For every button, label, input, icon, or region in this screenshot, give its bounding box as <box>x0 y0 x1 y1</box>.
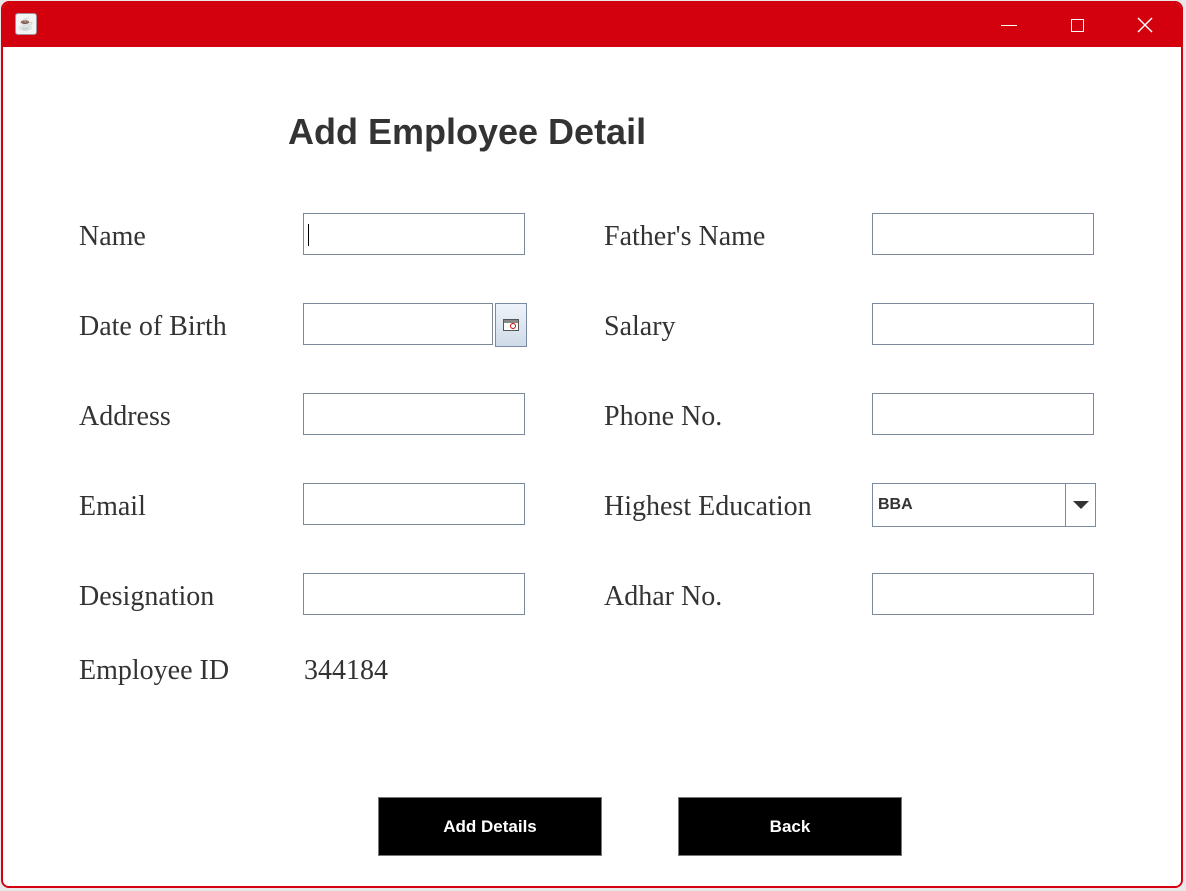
email-field[interactable] <box>303 483 525 525</box>
address-input[interactable] <box>304 394 524 434</box>
address-field[interactable] <box>303 393 525 435</box>
salary-label: Salary <box>604 311 676 342</box>
employee-id-value: 344184 <box>304 655 388 686</box>
close-icon <box>1137 17 1153 33</box>
designation-label: Designation <box>79 581 215 612</box>
designation-field[interactable] <box>303 573 525 615</box>
phone-label: Phone No. <box>604 401 723 432</box>
father-name-label: Father's Name <box>604 221 766 252</box>
dob-input[interactable] <box>304 304 492 344</box>
designation-input[interactable] <box>304 574 524 614</box>
name-label: Name <box>79 221 146 252</box>
calendar-button[interactable] <box>495 303 527 347</box>
minimize-icon <box>1001 24 1017 26</box>
education-label: Highest Education <box>604 491 812 522</box>
email-input[interactable] <box>304 484 524 524</box>
adhar-input[interactable] <box>873 574 1093 614</box>
email-label: Email <box>79 491 146 522</box>
salary-input[interactable] <box>873 304 1093 344</box>
dropdown-arrow-button[interactable] <box>1065 484 1095 526</box>
back-button[interactable]: Back <box>678 797 902 856</box>
add-details-button[interactable]: Add Details <box>378 797 602 856</box>
name-input[interactable] <box>304 214 524 254</box>
text-caret <box>308 224 309 246</box>
form-panel: Add Employee Detail Name Date of Birth A… <box>3 47 1181 886</box>
father-name-field[interactable] <box>872 213 1094 255</box>
adhar-label: Adhar No. <box>604 581 723 612</box>
page-title: Add Employee Detail <box>288 111 647 152</box>
address-label: Address <box>79 401 171 432</box>
maximize-icon <box>1070 18 1084 32</box>
chevron-down-icon <box>1072 501 1089 509</box>
adhar-field[interactable] <box>872 573 1094 615</box>
close-button[interactable] <box>1113 3 1177 47</box>
minimize-button[interactable] <box>977 3 1041 47</box>
dob-label: Date of Birth <box>79 311 227 342</box>
phone-input[interactable] <box>873 394 1093 434</box>
name-field[interactable] <box>303 213 525 255</box>
title-bar: ☕ <box>3 3 1181 47</box>
education-selected-value: BBA <box>878 496 913 513</box>
education-dropdown[interactable]: BBA <box>872 483 1096 527</box>
calendar-icon <box>503 319 519 331</box>
father-name-input[interactable] <box>873 214 1093 254</box>
phone-field[interactable] <box>872 393 1094 435</box>
maximize-button[interactable] <box>1045 3 1109 47</box>
java-coffee-icon: ☕ <box>15 13 37 35</box>
salary-field[interactable] <box>872 303 1094 345</box>
employee-id-label: Employee ID <box>79 655 230 686</box>
app-window: ☕ Add Employee Detail Name Date of Birth… <box>1 1 1183 888</box>
dob-field[interactable] <box>303 303 493 345</box>
